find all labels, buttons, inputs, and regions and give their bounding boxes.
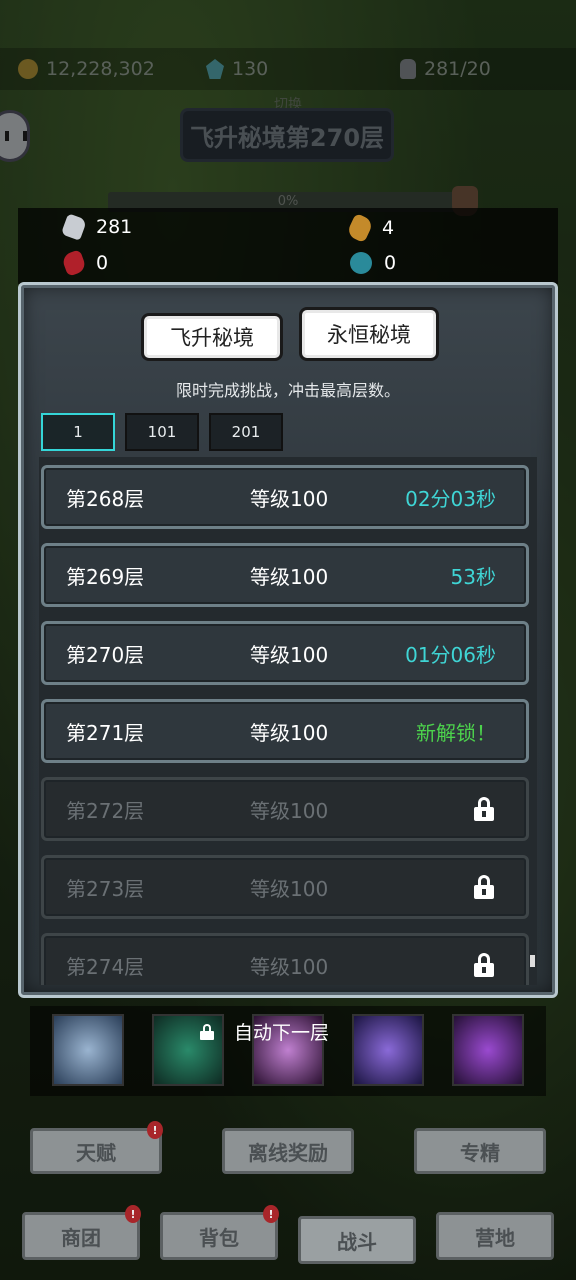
floor-list[interactable]: 第268层 等级100 02分03秒 第269层 等级100 53秒 第270层… xyxy=(39,457,537,985)
page-button-101[interactable]: 101 xyxy=(125,413,199,451)
resource-ore: 281 xyxy=(60,213,133,241)
lock-icon xyxy=(474,797,494,821)
resource-value: 4 xyxy=(382,217,395,239)
floor-level: 等级100 xyxy=(250,798,329,823)
resource-value: 0 xyxy=(96,252,109,274)
floor-level: 等级100 xyxy=(250,642,329,667)
floor-level: 等级100 xyxy=(250,564,329,589)
lock-icon xyxy=(200,1023,214,1040)
guild-label: 商团 xyxy=(61,1225,101,1250)
floor-number: 第274层 xyxy=(66,954,145,979)
floor-row[interactable]: 第269层 等级100 53秒 xyxy=(41,543,529,607)
floor-number: 第271层 xyxy=(66,720,145,745)
clear-time: 53秒 xyxy=(450,564,496,589)
resource-bar: 281 4 0 0 xyxy=(18,208,558,284)
skill-icon[interactable] xyxy=(452,1014,524,1086)
floor-row[interactable]: 第270层 等级100 01分06秒 xyxy=(41,621,529,685)
dialog-subtitle: 限时完成挑战，冲击最高层数。 xyxy=(175,381,400,400)
battle-label: 战斗 xyxy=(337,1229,377,1254)
list-scrollbar[interactable] xyxy=(530,955,535,967)
notification-badge: ! xyxy=(147,1121,163,1139)
floor-number: 第269层 xyxy=(66,564,145,589)
mastery-button[interactable]: 专精 xyxy=(414,1128,546,1174)
red-crystal-icon xyxy=(60,249,88,277)
mastery-label: 专精 xyxy=(460,1140,500,1165)
notification-badge: ! xyxy=(263,1205,279,1223)
camp-button[interactable]: 营地 xyxy=(436,1212,554,1260)
lock-icon xyxy=(474,953,494,977)
clear-time: 01分06秒 xyxy=(405,642,496,667)
talent-label: 天赋 xyxy=(76,1140,116,1165)
talent-button[interactable]: 天赋 ! xyxy=(30,1121,163,1174)
auto-next-label: 自动下一层 xyxy=(234,1022,330,1044)
resource-teal-token: 0 xyxy=(350,252,396,274)
skill-icon[interactable] xyxy=(352,1014,424,1086)
clear-time: 02分03秒 xyxy=(405,486,496,511)
offline-reward-label: 离线奖励 xyxy=(248,1140,328,1165)
resource-red-crystal: 0 xyxy=(60,249,109,277)
floor-row-locked[interactable]: 第273层 等级100 xyxy=(41,855,529,919)
backpack-button[interactable]: 背包 ! xyxy=(160,1205,279,1260)
battle-button[interactable]: 战斗 xyxy=(298,1216,416,1264)
floor-number: 第272层 xyxy=(66,798,145,823)
floor-level: 等级100 xyxy=(250,876,329,901)
tab-ascension-realm[interactable]: 飞升秘境 xyxy=(141,313,283,361)
floor-number: 第273层 xyxy=(66,876,145,901)
floor-row-locked[interactable]: 第274层 等级100 xyxy=(41,933,529,985)
resource-value: 0 xyxy=(384,252,397,274)
offline-reward-button[interactable]: 离线奖励 xyxy=(222,1128,354,1174)
page-button-1[interactable]: 1 xyxy=(41,413,115,451)
notification-badge: ! xyxy=(125,1205,141,1223)
skill-icon[interactable] xyxy=(52,1014,124,1086)
teal-token-icon xyxy=(350,252,372,274)
floor-level: 等级100 xyxy=(250,486,329,511)
ore-icon xyxy=(60,213,88,241)
floor-row[interactable]: 第268层 等级100 02分03秒 xyxy=(41,465,529,529)
resource-gold-ore: 4 xyxy=(345,212,395,244)
floor-number: 第268层 xyxy=(66,486,145,511)
page-button-201[interactable]: 201 xyxy=(209,413,283,451)
tab-eternal-realm[interactable]: 永恒秘境 xyxy=(299,307,439,361)
gold-ore-icon xyxy=(345,212,375,244)
lock-icon xyxy=(474,875,494,899)
floor-number: 第270层 xyxy=(66,642,145,667)
unlock-status: 新解锁！ xyxy=(416,720,496,745)
floor-row-locked[interactable]: 第272层 等级100 xyxy=(41,777,529,841)
floor-level: 等级100 xyxy=(250,954,329,979)
camp-label: 营地 xyxy=(475,1225,515,1250)
resource-value: 281 xyxy=(96,216,133,238)
auto-next-toggle[interactable]: 自动下一层 xyxy=(200,1018,329,1045)
floor-row[interactable]: 第271层 等级100 新解锁！ xyxy=(41,699,529,763)
secret-realm-dialog: 飞升秘境 永恒秘境 限时完成挑战，冲击最高层数。 1 101 201 第268层… xyxy=(18,282,558,998)
floor-level: 等级100 xyxy=(250,720,329,745)
backpack-label: 背包 xyxy=(199,1225,239,1250)
guild-button[interactable]: 商团 ! xyxy=(22,1205,141,1260)
